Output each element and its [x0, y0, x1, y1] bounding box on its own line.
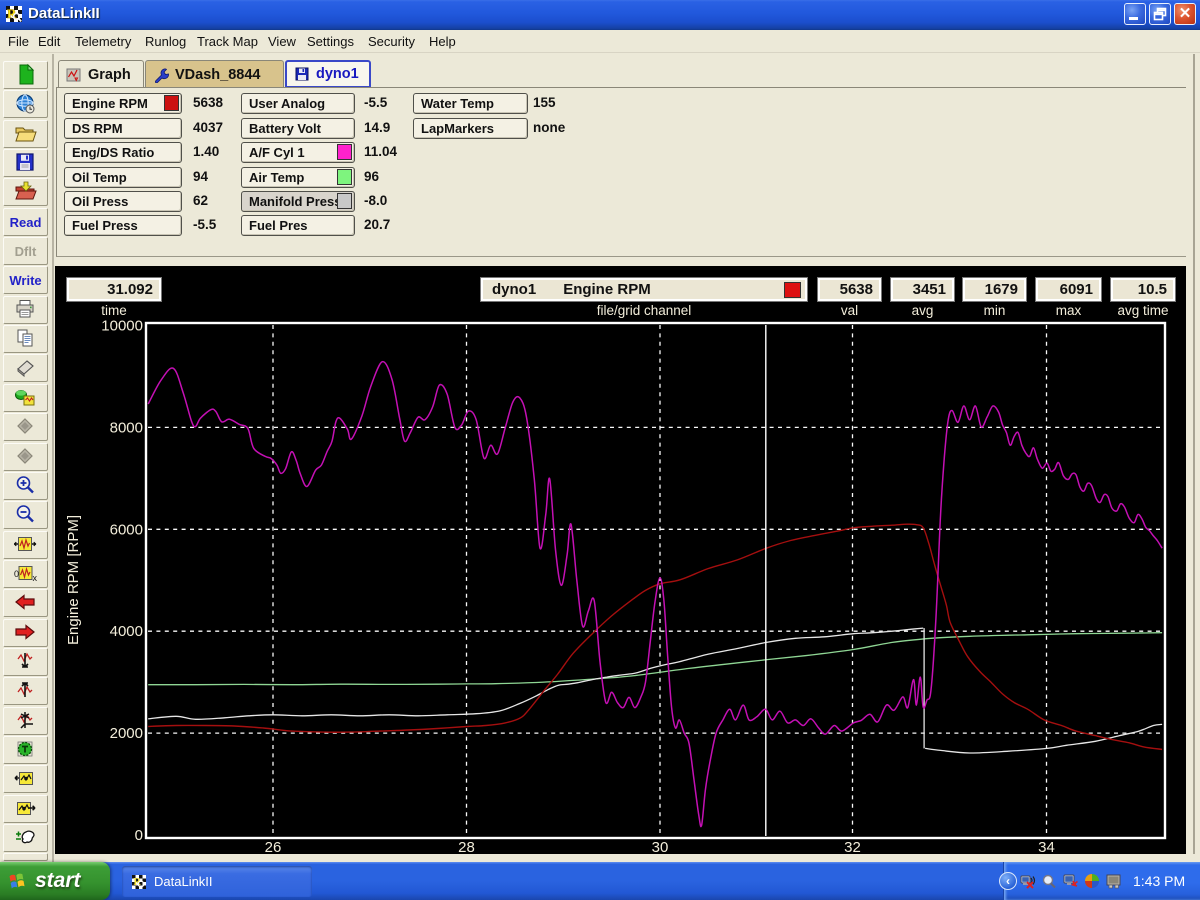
svg-text:6000: 6000 [110, 521, 143, 538]
svg-text:2000: 2000 [110, 725, 143, 742]
svg-text:10000: 10000 [101, 318, 143, 335]
svg-text:32: 32 [844, 839, 861, 854]
svg-text:8000: 8000 [110, 419, 143, 436]
svg-text:34: 34 [1038, 839, 1055, 854]
svg-text:4000: 4000 [110, 623, 143, 640]
svg-text:28: 28 [458, 839, 475, 854]
svg-text:0: 0 [14, 569, 19, 579]
svg-text:0: 0 [135, 827, 143, 844]
svg-text:x: x [32, 573, 37, 583]
svg-text:Engine RPM [RPM]: Engine RPM [RPM] [65, 515, 82, 645]
svg-text:26: 26 [265, 839, 282, 854]
svg-text:30: 30 [652, 839, 669, 854]
